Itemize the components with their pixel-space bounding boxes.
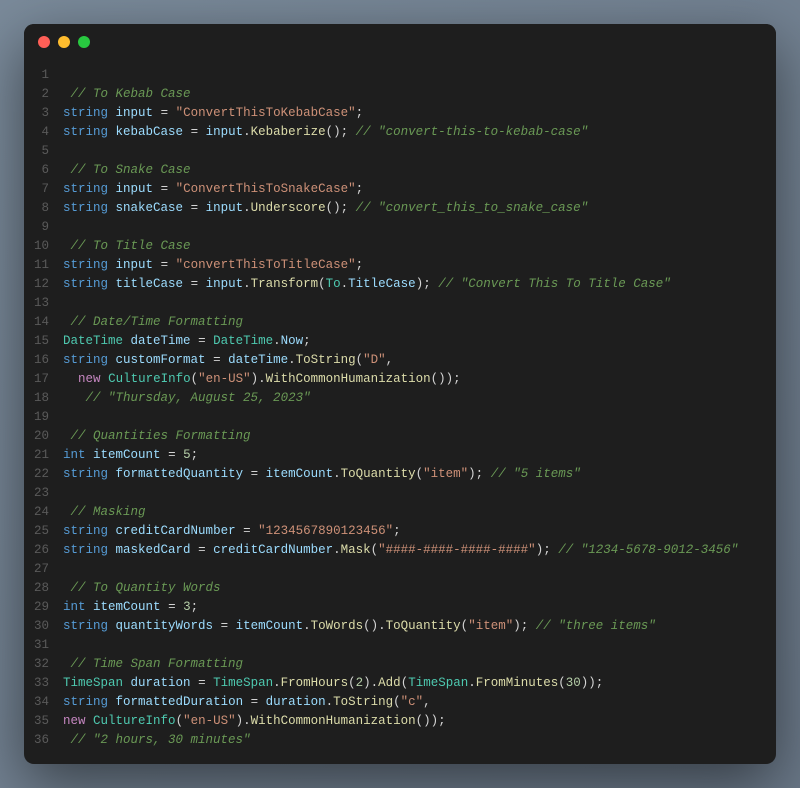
line-number: 27 — [34, 560, 49, 579]
close-icon[interactable] — [38, 36, 50, 48]
line-number: 29 — [34, 598, 49, 617]
line-number: 5 — [34, 142, 49, 161]
code-content[interactable]: // To Kebab Casestring input = "ConvertT… — [63, 66, 776, 750]
code-line[interactable]: // To Title Case — [63, 237, 760, 256]
code-line[interactable]: // "2 hours, 30 minutes" — [63, 731, 760, 750]
code-line[interactable]: // Masking — [63, 503, 760, 522]
line-number: 28 — [34, 579, 49, 598]
code-line[interactable]: DateTime dateTime = DateTime.Now; — [63, 332, 760, 351]
code-line[interactable]: string customFormat = dateTime.ToString(… — [63, 351, 760, 370]
zoom-icon[interactable] — [78, 36, 90, 48]
minimize-icon[interactable] — [58, 36, 70, 48]
line-number: 17 — [34, 370, 49, 389]
line-number: 33 — [34, 674, 49, 693]
code-line[interactable]: string input = "ConvertThisToSnakeCase"; — [63, 180, 760, 199]
code-line[interactable]: new CultureInfo("en-US").WithCommonHuman… — [63, 712, 760, 731]
code-line[interactable]: int itemCount = 3; — [63, 598, 760, 617]
line-number: 36 — [34, 731, 49, 750]
line-number: 8 — [34, 199, 49, 218]
line-number-gutter: 1234567891011121314151617181920212223242… — [24, 66, 63, 750]
line-number: 24 — [34, 503, 49, 522]
code-line[interactable]: int itemCount = 5; — [63, 446, 760, 465]
line-number: 20 — [34, 427, 49, 446]
code-line[interactable]: // To Quantity Words — [63, 579, 760, 598]
line-number: 7 — [34, 180, 49, 199]
code-line[interactable]: string kebabCase = input.Kebaberize(); /… — [63, 123, 760, 142]
line-number: 9 — [34, 218, 49, 237]
line-number: 19 — [34, 408, 49, 427]
line-number: 18 — [34, 389, 49, 408]
code-line[interactable]: string input = "ConvertThisToKebabCase"; — [63, 104, 760, 123]
line-number: 10 — [34, 237, 49, 256]
line-number: 30 — [34, 617, 49, 636]
line-number: 23 — [34, 484, 49, 503]
code-line[interactable] — [63, 218, 760, 237]
code-line[interactable]: // To Kebab Case — [63, 85, 760, 104]
code-editor[interactable]: 1234567891011121314151617181920212223242… — [24, 60, 776, 764]
line-number: 25 — [34, 522, 49, 541]
line-number: 2 — [34, 85, 49, 104]
line-number: 1 — [34, 66, 49, 85]
code-line[interactable]: // To Snake Case — [63, 161, 760, 180]
line-number: 26 — [34, 541, 49, 560]
line-number: 22 — [34, 465, 49, 484]
code-line[interactable]: TimeSpan duration = TimeSpan.FromHours(2… — [63, 674, 760, 693]
code-line[interactable]: string input = "convertThisToTitleCase"; — [63, 256, 760, 275]
code-line[interactable]: string quantityWords = itemCount.ToWords… — [63, 617, 760, 636]
line-number: 6 — [34, 161, 49, 180]
code-line[interactable]: string snakeCase = input.Underscore(); /… — [63, 199, 760, 218]
code-line[interactable] — [63, 408, 760, 427]
code-line[interactable]: // Date/Time Formatting — [63, 313, 760, 332]
code-line[interactable] — [63, 66, 760, 85]
line-number: 4 — [34, 123, 49, 142]
code-window: 1234567891011121314151617181920212223242… — [24, 24, 776, 764]
code-line[interactable]: string formattedQuantity = itemCount.ToQ… — [63, 465, 760, 484]
code-line[interactable] — [63, 142, 760, 161]
code-line[interactable]: // Quantities Formatting — [63, 427, 760, 446]
line-number: 16 — [34, 351, 49, 370]
line-number: 15 — [34, 332, 49, 351]
code-line[interactable]: // "Thursday, August 25, 2023" — [63, 389, 760, 408]
code-line[interactable]: string formattedDuration = duration.ToSt… — [63, 693, 760, 712]
line-number: 12 — [34, 275, 49, 294]
code-line[interactable] — [63, 294, 760, 313]
code-line[interactable]: new CultureInfo("en-US").WithCommonHuman… — [63, 370, 760, 389]
code-line[interactable] — [63, 636, 760, 655]
line-number: 3 — [34, 104, 49, 123]
line-number: 32 — [34, 655, 49, 674]
line-number: 14 — [34, 313, 49, 332]
line-number: 34 — [34, 693, 49, 712]
code-line[interactable]: string titleCase = input.Transform(To.Ti… — [63, 275, 760, 294]
line-number: 11 — [34, 256, 49, 275]
code-line[interactable]: string maskedCard = creditCardNumber.Mas… — [63, 541, 760, 560]
line-number: 21 — [34, 446, 49, 465]
code-line[interactable] — [63, 560, 760, 579]
window-titlebar — [24, 24, 776, 60]
code-line[interactable] — [63, 484, 760, 503]
line-number: 35 — [34, 712, 49, 731]
code-line[interactable]: string creditCardNumber = "1234567890123… — [63, 522, 760, 541]
code-line[interactable]: // Time Span Formatting — [63, 655, 760, 674]
line-number: 31 — [34, 636, 49, 655]
line-number: 13 — [34, 294, 49, 313]
